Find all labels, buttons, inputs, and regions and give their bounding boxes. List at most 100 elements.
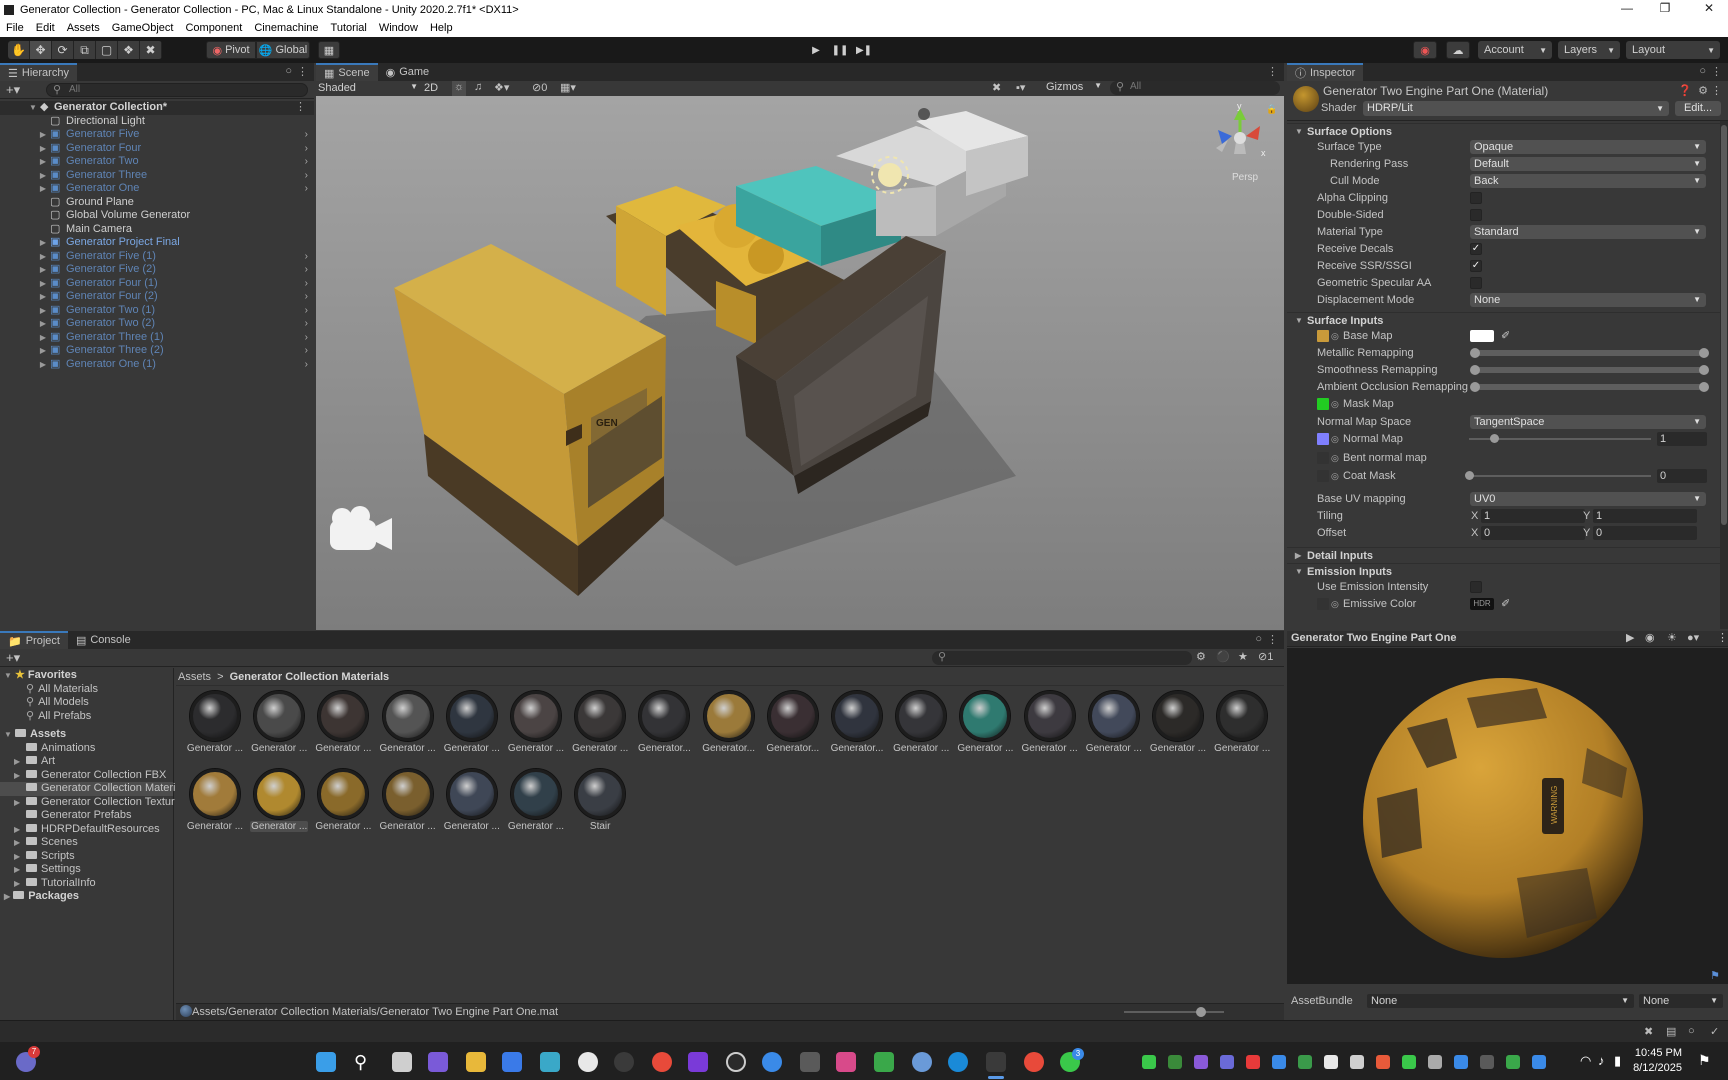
more-menu-icon[interactable]: ⋮ bbox=[1267, 65, 1278, 78]
2d-toggle[interactable]: 2D bbox=[424, 82, 438, 94]
chevron-right-icon[interactable]: › bbox=[305, 263, 308, 277]
tray-icon[interactable] bbox=[1272, 1055, 1286, 1069]
lighting-toggle-icon[interactable]: ☼ bbox=[452, 81, 466, 96]
tab-project[interactable]: 📁 Project bbox=[0, 631, 68, 649]
section-emission-inputs[interactable]: ▼ Emission Inputs bbox=[1287, 563, 1728, 579]
collab-button[interactable]: ◉ bbox=[1413, 41, 1437, 59]
filter-by-label-icon[interactable]: ⚫ bbox=[1216, 650, 1230, 663]
chrome-icon[interactable] bbox=[652, 1052, 672, 1072]
minimize-icon[interactable]: — bbox=[1610, 0, 1644, 19]
video-editor-icon[interactable] bbox=[688, 1052, 708, 1072]
eyedropper-icon[interactable]: ✐ bbox=[1501, 328, 1510, 344]
tray-icon[interactable] bbox=[1220, 1055, 1234, 1069]
scene-lock-icon[interactable]: 🔒 bbox=[1266, 104, 1277, 114]
hierarchy-row[interactable]: ▶ ▣ Generator Four (1) › bbox=[0, 277, 314, 291]
expand-arrow-icon[interactable]: ▶ bbox=[38, 317, 48, 331]
base-color-swatch[interactable] bbox=[1470, 330, 1494, 342]
zoom-slider-thumb[interactable] bbox=[1196, 1007, 1206, 1017]
hand-tool-icon[interactable]: ✋ bbox=[8, 41, 30, 59]
material-asset[interactable]: Generator ... bbox=[571, 690, 629, 754]
material-asset[interactable]: Generator ... bbox=[443, 690, 501, 754]
expand-arrow-icon[interactable]: ▶ bbox=[38, 169, 48, 183]
preview-mesh-icon[interactable]: ◉ bbox=[1645, 631, 1655, 644]
offset-y-field[interactable]: 0 bbox=[1593, 526, 1697, 540]
tray-icon[interactable] bbox=[1532, 1055, 1546, 1069]
store-icon[interactable] bbox=[502, 1052, 522, 1072]
grid-snap-button[interactable]: ▦ bbox=[318, 41, 340, 59]
preview-play-icon[interactable]: ▶ bbox=[1626, 631, 1634, 644]
hdr-color-swatch[interactable]: HDR bbox=[1470, 598, 1494, 610]
more-menu-icon[interactable]: ⋮ bbox=[1711, 84, 1722, 97]
normal-map-slider-thumb[interactable] bbox=[1490, 434, 1499, 443]
tray-icon[interactable] bbox=[1324, 1055, 1338, 1069]
folder-item[interactable]: ▶ Generator Collection Textur bbox=[0, 796, 175, 810]
ao-remapping-slider[interactable] bbox=[1471, 384, 1707, 390]
displacement-mode-dropdown[interactable]: None ▼ bbox=[1470, 293, 1706, 307]
section-surface-options[interactable]: ▼ Surface Options bbox=[1287, 123, 1728, 139]
expand-arrow-icon[interactable]: ▶ bbox=[38, 182, 48, 196]
chevron-right-icon[interactable]: › bbox=[305, 250, 308, 264]
material-asset[interactable]: Generator ... bbox=[186, 690, 244, 754]
inspector-scrollbar-thumb[interactable] bbox=[1721, 125, 1727, 525]
object-picker-icon[interactable]: ◎ bbox=[1331, 596, 1339, 612]
hierarchy-row[interactable]: ▶ ▣ Generator Three (1) › bbox=[0, 331, 314, 345]
ao-remapping-max-handle[interactable] bbox=[1699, 382, 1709, 392]
rect-tool-icon[interactable]: ▢ bbox=[96, 41, 118, 59]
scene-root-row[interactable]: ▼ ◆ Generator Collection* ⋮ bbox=[0, 101, 314, 115]
favorite-item[interactable]: ⚲ All Prefabs bbox=[0, 710, 173, 724]
app-icon-4[interactable] bbox=[726, 1052, 746, 1072]
breadcrumb-current[interactable]: Generator Collection Materials bbox=[230, 671, 390, 683]
hierarchy-row[interactable]: ▢ Global Volume Generator bbox=[0, 209, 314, 223]
start-menu-icon[interactable] bbox=[316, 1052, 336, 1072]
folder-item[interactable]: Animations bbox=[0, 742, 173, 756]
lock-icon[interactable]: ○ bbox=[1699, 65, 1706, 77]
expand-arrow-icon[interactable]: ▶ bbox=[14, 877, 20, 891]
section-detail-inputs[interactable]: ▶ Detail Inputs bbox=[1287, 547, 1728, 563]
zoom-slider[interactable] bbox=[1124, 1011, 1224, 1013]
material-preview[interactable]: WARNING ⚑ bbox=[1287, 648, 1728, 984]
expand-arrow-icon[interactable]: ▶ bbox=[38, 277, 48, 291]
add-icon[interactable]: +▾ bbox=[6, 82, 20, 98]
tools-icon[interactable]: ✖ bbox=[992, 81, 1001, 94]
expand-arrow-icon[interactable]: ▶ bbox=[38, 263, 48, 277]
smoothness-remapping-min-handle[interactable] bbox=[1470, 365, 1480, 375]
global-toggle[interactable]: 🌐 Global bbox=[256, 41, 310, 59]
hierarchy-search-input[interactable]: ⚲ All bbox=[46, 83, 308, 97]
cloud-button[interactable]: ☁ bbox=[1446, 41, 1470, 59]
tab-inspector[interactable]: ⓘ Inspector bbox=[1287, 63, 1364, 81]
scene-search-input[interactable]: ⚲ All bbox=[1110, 81, 1280, 95]
hierarchy-row[interactable]: ▶ ▣ Generator Two (2) › bbox=[0, 317, 314, 331]
material-asset[interactable]: Generator ... bbox=[250, 768, 309, 832]
more-menu-icon[interactable]: ⋮ bbox=[297, 65, 308, 78]
tray-icon[interactable] bbox=[1506, 1055, 1520, 1069]
hierarchy-row[interactable]: ▶ ▣ Generator Five (2) › bbox=[0, 263, 314, 277]
lock-icon[interactable]: ○ bbox=[1255, 633, 1262, 645]
folder-item[interactable]: ▶ Art bbox=[0, 755, 173, 769]
expand-arrow-icon[interactable]: ▶ bbox=[38, 358, 48, 372]
chevron-right-icon[interactable]: › bbox=[305, 182, 308, 196]
app-icon-1[interactable] bbox=[540, 1052, 560, 1072]
menu-assets[interactable]: Assets bbox=[67, 22, 100, 34]
material-asset[interactable]: Generator ... bbox=[507, 768, 565, 832]
menu-component[interactable]: Component bbox=[185, 22, 242, 34]
expand-arrow-icon[interactable]: ▶ bbox=[38, 128, 48, 142]
pivot-toggle[interactable]: ◉ Pivot bbox=[206, 41, 256, 59]
material-asset[interactable]: Generator... bbox=[828, 690, 886, 754]
expand-arrow-icon[interactable]: ▶ bbox=[14, 863, 20, 877]
shading-dropdown[interactable]: Shaded ▼ bbox=[318, 82, 418, 95]
custom-tool-icon[interactable]: ✖ bbox=[140, 41, 162, 59]
material-asset[interactable]: Generator ... bbox=[186, 768, 244, 832]
expand-arrow-icon[interactable]: ▶ bbox=[38, 344, 48, 358]
hidden-packages-toggle[interactable]: ⊘1 bbox=[1258, 650, 1273, 663]
pause-button[interactable]: ❚❚ bbox=[828, 41, 852, 59]
gizmos-dropdown[interactable]: Gizmos ▼ bbox=[1046, 81, 1102, 93]
tray-icon[interactable] bbox=[1402, 1055, 1416, 1069]
chevron-right-icon[interactable]: › bbox=[305, 169, 308, 183]
folder-item[interactable]: ▶ HDRPDefaultResources bbox=[0, 823, 173, 837]
nvidia-icon[interactable] bbox=[874, 1052, 894, 1072]
rendering-pass-dropdown[interactable]: Default ▼ bbox=[1470, 157, 1706, 171]
app-icon-2[interactable] bbox=[578, 1052, 598, 1072]
tray-icon[interactable] bbox=[1480, 1055, 1494, 1069]
packages-row[interactable]: ▶ Packages bbox=[0, 890, 173, 904]
chevron-right-icon[interactable]: › bbox=[305, 317, 308, 331]
